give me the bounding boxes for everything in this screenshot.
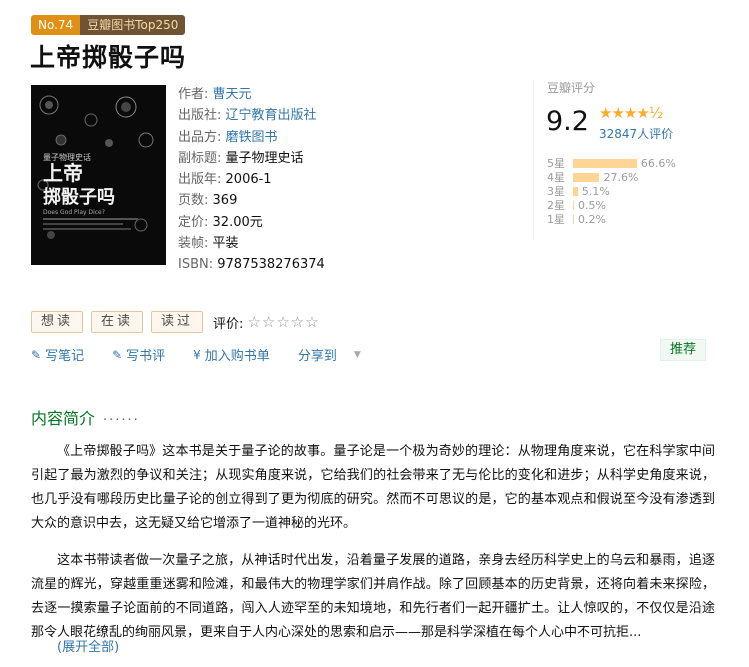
rating-divider	[533, 80, 534, 240]
add-to-cart-label: 加入购书单	[204, 349, 270, 364]
binding-value: 平装	[212, 236, 239, 252]
reading-actions: 想读 在读 读过 评价: ☆☆☆☆☆	[31, 311, 320, 333]
rating-dist-pct: 0.2%	[578, 212, 606, 226]
book-cover[interactable]: 量子物理史话 上帝 掷骰子吗 Does God Play Dice?	[31, 85, 166, 265]
page-title: 上帝掷骰子吗	[30, 43, 187, 72]
publisher-key: 出版社:	[178, 108, 222, 124]
rating-dist-bar	[573, 214, 574, 224]
producer-link[interactable]: 磨铁图书	[226, 130, 278, 145]
price-value: 32.00元	[212, 214, 263, 230]
pages-key: 页数:	[178, 193, 209, 209]
rating-dist-pct: 0.5%	[578, 198, 606, 212]
isbn-value: 9787538276374	[217, 257, 325, 273]
rating-score: 9.2	[546, 106, 589, 137]
rating-dist-bar	[573, 172, 600, 182]
rating-dist-pct: 5.1%	[581, 184, 610, 198]
write-note-label: 写笔记	[45, 349, 85, 364]
rating-dist-bar	[573, 186, 578, 196]
publisher-link[interactable]: 辽宁教育出版社	[226, 108, 317, 123]
add-to-cart-link[interactable]: ¥ 加入购书单	[193, 345, 284, 365]
reading-button[interactable]: 在读	[91, 311, 144, 333]
chevron-down-icon: ▼	[353, 349, 361, 360]
rating-dist-pct: 66.6%	[640, 156, 676, 170]
rating-dist-bar	[573, 200, 574, 210]
subtitle-value: 量子物理史话	[225, 150, 304, 166]
rating-dist-bar	[573, 158, 637, 168]
section-title: 内容简介	[31, 409, 96, 428]
subtitle-key: 副标题:	[178, 150, 222, 166]
recommend-button[interactable]: 推荐	[660, 339, 707, 361]
want-to-read-button[interactable]: 想读	[31, 311, 84, 333]
rank-badge: No.74	[31, 15, 81, 35]
rating-dist-label: 1星	[547, 213, 565, 226]
rating-count-link[interactable]: 32847人评价	[599, 125, 673, 142]
top250-list-link[interactable]: 豆瓣图书Top250	[80, 15, 186, 35]
rate-star-icons[interactable]: ☆☆☆☆☆	[247, 313, 319, 331]
ops-bar: ✎ 写笔记 ✎ 写书评 ¥ 加入购书单 分享到 ▼	[31, 345, 389, 365]
pencil-icon: ✎	[112, 347, 123, 362]
rating-dist-row: 3星 5.1%	[547, 184, 676, 199]
pencil-icon: ✎	[31, 347, 42, 362]
cover-en: Does God Play Dice?	[43, 209, 105, 216]
year-value: 2006-1	[225, 172, 272, 188]
producer-key: 出品方:	[178, 129, 222, 145]
rating-dist-row: 1星 0.2%	[547, 212, 676, 227]
author-key: 作者:	[178, 87, 209, 102]
write-review-link[interactable]: ✎ 写书评	[112, 345, 179, 365]
isbn-key: ISBN:	[178, 257, 214, 273]
have-read-button[interactable]: 读过	[151, 311, 204, 333]
svg-text:掷骰子吗: 掷骰子吗	[43, 186, 115, 208]
intro-text: 《上帝掷骰子吗》这本书是关于量子论的故事。量子论是一个极为奇妙的理论：从物理角度…	[31, 440, 715, 658]
author-link[interactable]: 曹天元	[213, 87, 252, 102]
yen-icon: ¥	[193, 347, 201, 362]
intro-paragraph: 《上帝掷骰子吗》这本书是关于量子论的故事。量子论是一个极为奇妙的理论：从物理角度…	[31, 444, 715, 531]
rate-label: 评价:	[213, 316, 244, 332]
write-note-link[interactable]: ✎ 写笔记	[31, 345, 98, 365]
rating-dist-pct: 27.6%	[603, 170, 639, 184]
price-key: 定价:	[178, 214, 209, 230]
pages-value: 369	[212, 193, 238, 209]
top250-badge[interactable]: No.74 豆瓣图书Top250	[31, 15, 186, 35]
share-label: 分享到	[297, 349, 337, 364]
book-info: 作者: 曹天元 出版社: 辽宁教育出版社 出品方: 磨铁图书 副标题: 量子物理…	[178, 84, 325, 276]
rating-dist-row: 4星 27.6%	[547, 170, 676, 185]
expand-all-link[interactable]: (展开全部)	[57, 636, 119, 655]
intro-paragraph: 这本书带读者做一次量子之旅，从神话时代出发，沿着量子发展的道路，亲身去经历科学史…	[31, 553, 715, 640]
rating-distribution: 5星 66.6% 4星 27.6% 3星 5.1% 2星 0.5% 1星 0.2%	[547, 156, 676, 227]
section-dots: ······	[103, 413, 140, 428]
section-heading: 内容简介 ······	[31, 405, 140, 429]
write-review-label: 写书评	[126, 349, 166, 364]
rating-dist-row: 5星 66.6%	[547, 156, 676, 171]
rating-stars-icon: ★★★★½	[599, 104, 663, 122]
svg-text:上帝: 上帝	[43, 161, 83, 185]
rating-label: 豆瓣评分	[547, 81, 596, 95]
rating-dist-row: 2星 0.5%	[547, 198, 676, 213]
year-key: 出版年:	[178, 172, 222, 188]
share-dropdown[interactable]: 分享到 ▼	[298, 345, 375, 364]
binding-key: 装帧:	[178, 236, 209, 252]
